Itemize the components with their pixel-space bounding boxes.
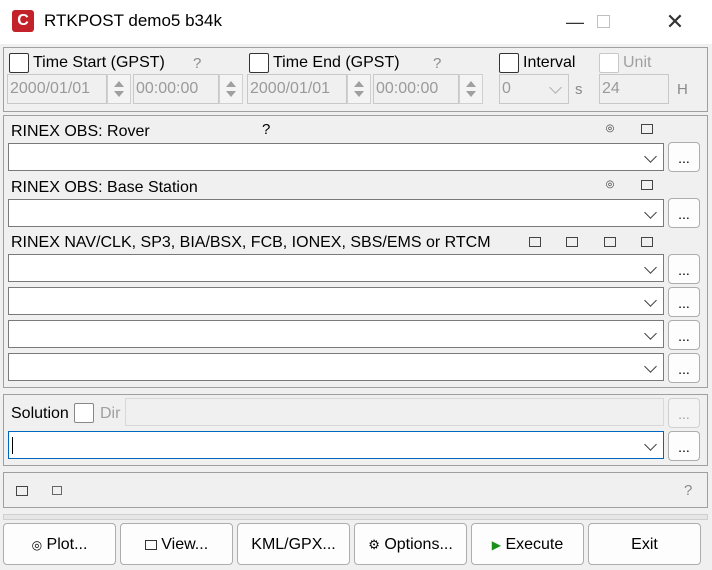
rover-help[interactable]: ?: [262, 121, 270, 138]
status-panel: [3, 472, 708, 508]
status-file-icon[interactable]: [16, 486, 28, 496]
text-cursor: [12, 437, 13, 454]
start-date-spinner: [107, 74, 131, 104]
solution-browse-button[interactable]: ...: [668, 431, 700, 461]
nav2-browse-button[interactable]: ...: [668, 287, 700, 317]
rover-label: RINEX OBS: Rover: [11, 123, 150, 140]
chevron-down-icon: [644, 360, 657, 373]
rover-browse-button[interactable]: ...: [668, 142, 700, 172]
nav-file-input-1[interactable]: [8, 254, 664, 282]
start-time-spinner: [219, 74, 243, 104]
unit-label: Unit: [623, 54, 652, 71]
interval-label: Interval: [523, 54, 576, 71]
chevron-down-icon: [644, 438, 657, 451]
solution-dir-field: [125, 398, 664, 426]
time-end-label: Time End (GPST): [273, 54, 400, 71]
kml-gpx-button[interactable]: KML/GPX...: [237, 523, 350, 565]
chevron-down-icon: [549, 81, 562, 94]
plot-button-label: Plot...: [46, 536, 88, 553]
end-time-field: 00:00:00: [373, 74, 459, 104]
nav4-file-icon[interactable]: [641, 237, 653, 247]
time-start-label: Time Start (GPST): [33, 54, 165, 71]
interval-unit: s: [575, 81, 583, 98]
play-icon: ▶: [491, 538, 501, 552]
exit-button[interactable]: Exit: [588, 523, 701, 565]
nav1-browse-button[interactable]: ...: [668, 254, 700, 284]
exit-button-label: Exit: [631, 536, 658, 553]
maximize-button[interactable]: [580, 0, 626, 44]
chevron-down-icon: [644, 327, 657, 340]
window-title: RTKPOST demo5 b34k: [44, 11, 222, 30]
interval-value: 0: [502, 80, 511, 97]
nav-label: RINEX NAV/CLK, SP3, BIA/BSX, FCB, IONEX,…: [11, 234, 491, 251]
plot-button[interactable]: ◎ Plot...: [3, 523, 116, 565]
file-icon: [144, 539, 157, 550]
kml-gpx-button-label: KML/GPX...: [251, 536, 336, 553]
nav2-file-icon[interactable]: [566, 237, 578, 247]
execute-button[interactable]: ▶ Execute: [471, 523, 584, 565]
execute-button-label: Execute: [505, 536, 564, 553]
time-start-help[interactable]: ?: [193, 55, 201, 72]
solution-file-input[interactable]: [8, 431, 664, 459]
unit-suffix: H: [677, 81, 688, 98]
close-button[interactable]: ✕: [652, 0, 698, 44]
end-date-field: 2000/01/01: [247, 74, 347, 104]
end-date-spinner: [347, 74, 371, 104]
rover-globe-icon[interactable]: ◎: [604, 124, 616, 134]
nav4-browse-button[interactable]: ...: [668, 353, 700, 383]
chevron-down-icon: [644, 150, 657, 163]
solution-dir-browse-button[interactable]: ...: [668, 398, 700, 428]
interval-checkbox[interactable]: [499, 53, 519, 73]
rover-file-icon[interactable]: [641, 124, 653, 134]
chevron-down-icon: [644, 294, 657, 307]
base-file-icon[interactable]: [641, 180, 653, 190]
options-button[interactable]: ⚙ Options...: [354, 523, 467, 565]
nav-file-input-2[interactable]: [8, 287, 664, 315]
app-icon: C: [12, 10, 34, 32]
unit-checkbox[interactable]: [599, 53, 619, 73]
nav3-browse-button[interactable]: ...: [668, 320, 700, 350]
time-end-checkbox[interactable]: [249, 53, 269, 73]
view-button[interactable]: View...: [120, 523, 233, 565]
nav1-file-icon[interactable]: [529, 237, 541, 247]
gear-icon: ⚙: [368, 537, 380, 552]
nav3-file-icon[interactable]: [604, 237, 616, 247]
base-label: RINEX OBS: Base Station: [11, 179, 198, 196]
status-help[interactable]: ?: [684, 482, 692, 499]
unit-field: 24: [599, 74, 669, 104]
interval-select: 0: [499, 74, 569, 104]
start-date-field: 2000/01/01: [7, 74, 107, 104]
chevron-down-icon: [644, 206, 657, 219]
title-bar: C RTKPOST demo5 b34k — ✕: [0, 0, 712, 44]
chevron-down-icon: [644, 261, 657, 274]
globe-icon: ◎: [31, 538, 43, 552]
base-browse-button[interactable]: ...: [668, 198, 700, 228]
status-window-icon[interactable]: [52, 486, 62, 495]
time-start-checkbox[interactable]: [9, 53, 29, 73]
options-button-label: Options...: [384, 536, 453, 553]
nav-file-input-3[interactable]: [8, 320, 664, 348]
rover-file-input[interactable]: [8, 143, 664, 171]
view-button-label: View...: [161, 536, 209, 553]
solution-label: Solution: [11, 405, 69, 422]
base-file-input[interactable]: [8, 199, 664, 227]
base-globe-icon[interactable]: ◎: [604, 180, 616, 190]
start-time-field: 00:00:00: [133, 74, 219, 104]
time-end-help[interactable]: ?: [433, 55, 441, 72]
nav-file-input-4[interactable]: [8, 353, 664, 381]
progress-bar: [3, 514, 708, 520]
solution-dir-checkbox[interactable]: [74, 403, 94, 423]
solution-dir-label: Dir: [100, 405, 121, 422]
end-time-spinner: [459, 74, 483, 104]
